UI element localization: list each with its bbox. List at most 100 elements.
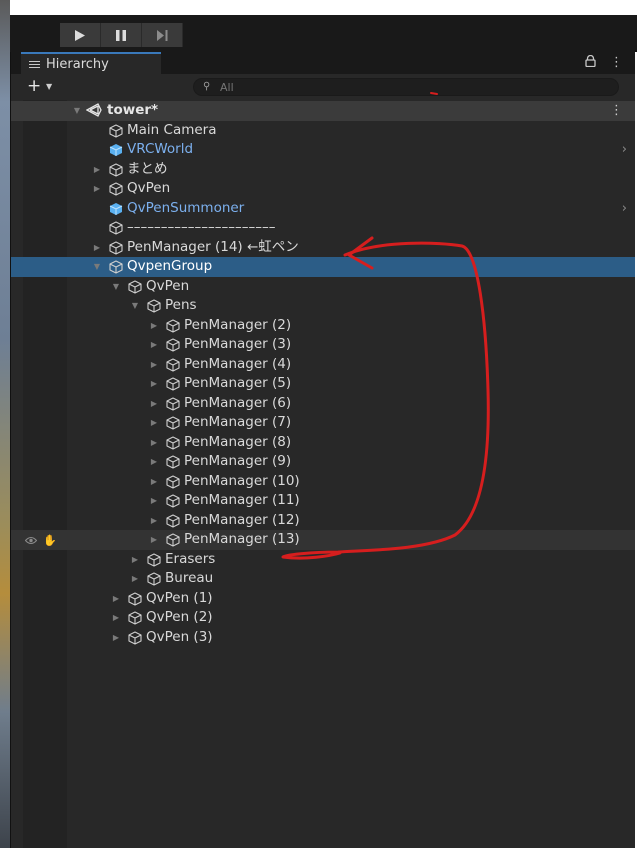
scene-row[interactable]: ▼ tower* ⋮ xyxy=(11,101,635,121)
gameobject-cube-icon xyxy=(166,474,180,489)
tree-item-label: QvPen (2) xyxy=(146,609,213,625)
tree-item[interactable]: ▶ PenManager (2) xyxy=(11,316,635,336)
tree-item[interactable]: ▶ PenManager (8) xyxy=(11,433,635,453)
more-options-icon[interactable]: ⋮ xyxy=(610,55,623,71)
tree-item-label: PenManager (5) xyxy=(184,375,292,391)
scene-name: tower* xyxy=(107,102,159,118)
tree-item-label: PenManager (4) xyxy=(184,355,292,372)
tab-bar: Hierarchy ⋮ xyxy=(11,52,635,74)
gameobject-cube-icon xyxy=(147,572,161,586)
gameobject-cube-icon xyxy=(128,279,142,294)
expand-arrow-icon[interactable]: ▶ xyxy=(91,179,103,199)
tree-item-label: PenManager (2) xyxy=(184,316,292,333)
lock-icon[interactable] xyxy=(585,54,596,71)
tree-item[interactable]: Main Camera xyxy=(11,121,635,141)
play-button[interactable] xyxy=(60,23,101,47)
expand-arrow-icon[interactable]: ▶ xyxy=(148,433,160,453)
collapse-arrow-icon[interactable]: ▼ xyxy=(91,257,103,277)
expand-arrow-icon[interactable]: ▶ xyxy=(148,511,160,531)
tree-item-label: PenManager (14) ←虹ペン xyxy=(127,238,299,255)
tree-item[interactable]: ▶ PenManager (10) xyxy=(11,472,635,492)
gameobject-cube-icon xyxy=(147,552,161,567)
tree-item-label: VRCWorld xyxy=(127,141,194,157)
gameobject-cube-icon xyxy=(109,162,123,177)
tree-item[interactable]: ▶ PenManager (6) xyxy=(11,394,635,414)
scene-menu-icon[interactable]: ⋮ xyxy=(610,101,623,121)
tree-item[interactable]: ▶ QvPen (2) xyxy=(11,608,635,628)
search-bar: + ▼ ⚲ xyxy=(11,76,635,98)
expand-arrow-icon[interactable]: ▶ xyxy=(148,491,160,511)
tree-item[interactable]: ▼ QvpenGroup xyxy=(11,257,635,277)
expand-arrow-icon[interactable]: ▶ xyxy=(148,316,160,336)
tab-hierarchy[interactable]: Hierarchy xyxy=(21,52,161,74)
tree-item[interactable]: ▶ QvPen xyxy=(11,179,635,199)
tree-item[interactable]: ▶ PenManager (9) xyxy=(11,452,635,472)
tree-item-label: PenManager (12) xyxy=(184,511,300,528)
tree-item-label: QvPenSummoner xyxy=(127,199,245,216)
tree-item[interactable]: ▶ PenManager (4) xyxy=(11,355,635,375)
search-input[interactable] xyxy=(193,78,619,96)
play-toolbar xyxy=(10,15,637,52)
collapse-arrow-icon[interactable]: ▼ xyxy=(129,296,141,316)
tree-item[interactable]: ▶ QvPen (3) xyxy=(11,628,635,648)
expand-arrow-icon[interactable]: ▶ xyxy=(148,394,160,414)
gameobject-cube-icon xyxy=(109,182,123,196)
tree-item[interactable]: ▶ PenManager (12) xyxy=(11,511,635,531)
expand-arrow-icon[interactable]: ▶ xyxy=(148,374,160,394)
prefab-cube-icon xyxy=(109,143,123,157)
expand-arrow-icon[interactable]: ▶ xyxy=(148,413,160,433)
tree-item[interactable]: ▶ PenManager (11) xyxy=(11,491,635,511)
pause-icon xyxy=(116,29,126,41)
gameobject-cube-icon xyxy=(166,533,180,547)
expand-arrow-icon[interactable]: ▶ xyxy=(91,160,103,180)
tree-item[interactable]: ▶ QvPen (1) xyxy=(11,589,635,609)
tree-item-label: PenManager (6) xyxy=(184,394,292,411)
expand-arrow-icon[interactable]: ▶ xyxy=(110,608,122,628)
expand-arrow-icon[interactable]: ▶ xyxy=(129,569,141,589)
gameobject-cube-icon xyxy=(128,591,142,606)
expand-arrow-icon[interactable]: ▶ xyxy=(91,238,103,258)
tree-item[interactable]: ▶ Erasers xyxy=(11,550,635,570)
step-button[interactable] xyxy=(142,23,183,47)
tree-item-label: QvpenGroup xyxy=(127,258,213,274)
expand-arrow-icon[interactable]: ▶ xyxy=(110,628,122,648)
tree-item[interactable]: ▶ まとめ xyxy=(11,160,635,180)
tree-item[interactable]: VRCWorld › xyxy=(11,140,635,160)
hierarchy-tree: ▼ tower* ⋮ Main Camera VRCWorld › ▶ まとめ ▶ QvPe… xyxy=(11,101,635,647)
tree-item[interactable]: ▶ PenManager (13) ✋ xyxy=(11,530,635,550)
tree-item-label: PenManager (11) xyxy=(184,492,300,508)
tree-item-label: PenManager (9) xyxy=(184,453,292,469)
expand-arrow-icon[interactable]: ▶ xyxy=(148,530,160,550)
tree-item-label: QvPen xyxy=(127,180,171,196)
expand-arrow-icon[interactable]: ▼ xyxy=(71,101,83,121)
tree-item[interactable]: ▶ PenManager (14) ←虹ペン xyxy=(11,238,635,258)
tree-item-label: PenManager (3) xyxy=(184,336,292,352)
play-controls xyxy=(60,23,183,47)
caret-down-icon[interactable]: ▼ xyxy=(46,82,52,91)
expand-arrow-icon[interactable]: ▶ xyxy=(110,589,122,609)
gameobject-cube-icon xyxy=(109,240,123,255)
expand-arrow-icon[interactable]: ▶ xyxy=(129,550,141,570)
open-prefab-chevron-icon[interactable]: › xyxy=(622,140,627,160)
tree-item[interactable]: ▼ QvPen xyxy=(11,277,635,297)
add-button[interactable]: + xyxy=(27,76,41,96)
tree-item[interactable]: ▶ PenManager (3) xyxy=(11,335,635,355)
tree-item[interactable]: ▶ PenManager (5) xyxy=(11,374,635,394)
tree-item-label: QvPen xyxy=(146,277,190,294)
tree-item[interactable]: ▶ PenManager (7) xyxy=(11,413,635,433)
expand-arrow-icon[interactable]: ▶ xyxy=(148,452,160,472)
expand-arrow-icon[interactable]: ▶ xyxy=(148,355,160,375)
tree-item[interactable]: QvPenSummoner › xyxy=(11,199,635,219)
collapse-arrow-icon[interactable]: ▼ xyxy=(110,277,122,297)
expand-arrow-icon[interactable]: ▶ xyxy=(148,472,160,492)
pickable-hand-icon[interactable]: ✋ xyxy=(43,531,57,551)
open-prefab-chevron-icon[interactable]: › xyxy=(622,199,627,219)
gameobject-cube-icon xyxy=(166,357,180,372)
expand-arrow-icon[interactable]: ▶ xyxy=(148,335,160,355)
tree-item[interactable]: ▶ Bureau xyxy=(11,569,635,589)
tree-item[interactable]: –––––––––––––––––––––– xyxy=(11,218,635,238)
pause-button[interactable] xyxy=(101,23,142,47)
tree-item[interactable]: ▼ Pens xyxy=(11,296,635,316)
tree-items: Main Camera VRCWorld › ▶ まとめ ▶ QvPen QvPenSummo… xyxy=(11,121,635,648)
tree-item-label: Bureau xyxy=(165,570,214,586)
